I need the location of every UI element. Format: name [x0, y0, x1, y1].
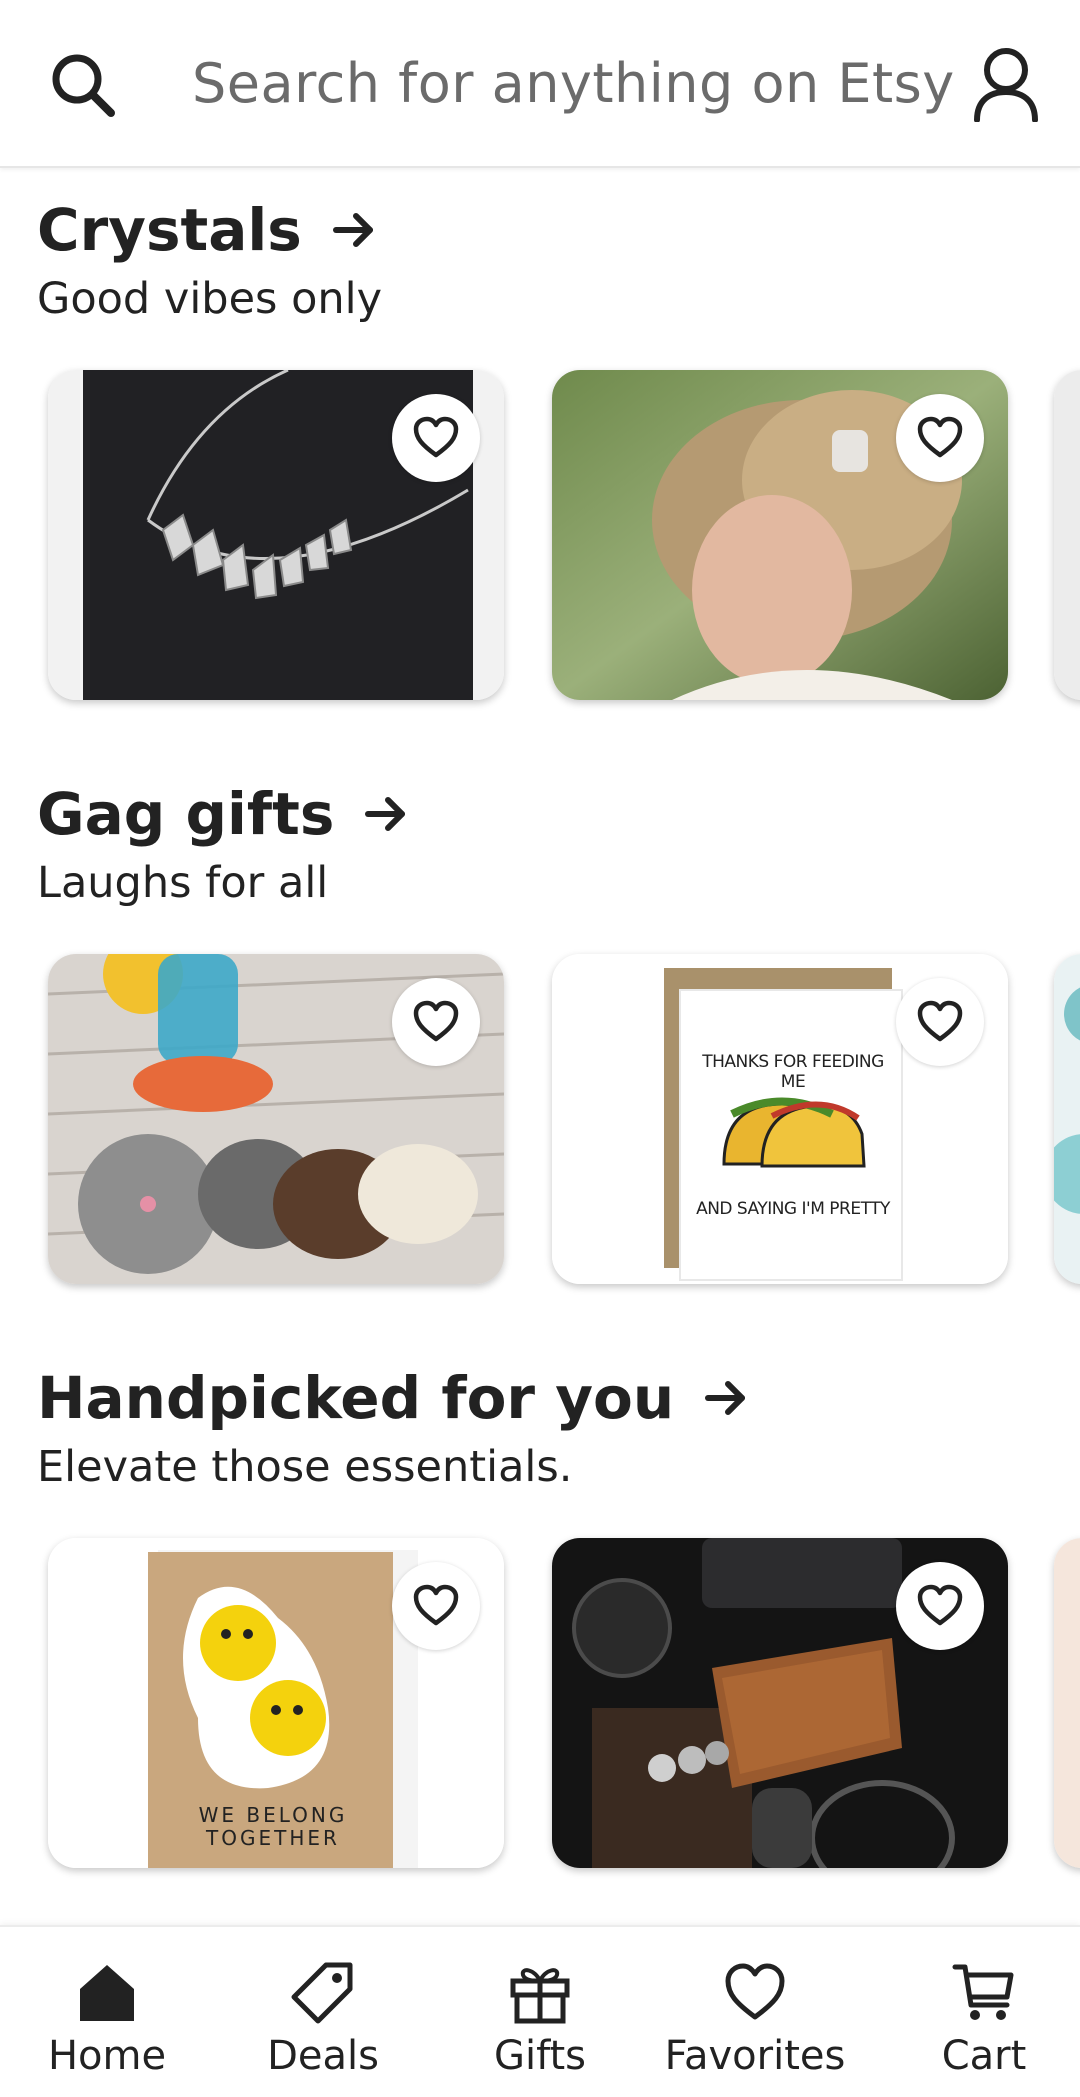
favorite-button[interactable]	[896, 1562, 984, 1650]
etsy-home-screen: Search for anything on Etsy Crystals Goo…	[0, 0, 1080, 2097]
section-title: Handpicked for you	[37, 1364, 675, 1432]
listing-card[interactable]	[552, 1538, 1008, 1868]
section-header[interactable]: Crystals	[37, 190, 376, 270]
arrow-right-icon	[705, 1381, 746, 1415]
nav-gifts[interactable]: Gifts	[479, 1927, 601, 2097]
nav-favorites[interactable]: Favorites	[662, 1927, 848, 2097]
cart-icon	[952, 1964, 1014, 2020]
home-icon	[80, 1965, 134, 2021]
heart-icon	[917, 1000, 963, 1042]
favorite-button[interactable]	[392, 394, 480, 482]
nav-label: Home	[47, 2033, 167, 2079]
section-gag-gifts: Gag gifts Laughs for all THANKS FOR FEED…	[0, 774, 1080, 1294]
section-handpicked: Handpicked for you Elevate those essenti…	[0, 1358, 1080, 1878]
heart-icon	[413, 1584, 459, 1626]
section-crystals: Crystals Good vibes only	[0, 190, 1080, 710]
section-subtitle: Good vibes only	[37, 274, 383, 324]
listing-card[interactable]	[552, 370, 1008, 700]
nav-home[interactable]: Home	[46, 1927, 168, 2097]
heart-icon	[413, 416, 459, 458]
arrow-right-icon	[332, 213, 373, 247]
bottom-navigation: Home Deals Gifts Favorites Cart	[0, 1925, 1080, 2097]
listing-card-peek[interactable]	[1054, 1538, 1080, 1868]
section-subtitle: Elevate those essentials.	[37, 1442, 573, 1492]
arrow-right-icon	[365, 797, 406, 831]
listing-card[interactable]	[48, 370, 504, 700]
nav-deals[interactable]: Deals	[262, 1927, 384, 2097]
listing-image	[1054, 370, 1080, 700]
taco-illustration	[722, 1097, 866, 1168]
gift-icon	[510, 1968, 570, 2024]
favorite-button[interactable]	[392, 978, 480, 1066]
listing-image	[1054, 1538, 1080, 1868]
nav-label: Deals	[267, 2033, 379, 2079]
listing-card-peek[interactable]	[1054, 370, 1080, 700]
card-text-top: THANKS FOR FEEDING ME	[702, 1052, 884, 1092]
nav-label: Cart	[941, 2033, 1027, 2079]
listing-card-peek[interactable]	[1054, 954, 1080, 1284]
listing-card[interactable]: THANKS FOR FEEDING ME AND SAYING I'M PRE…	[552, 954, 1008, 1284]
section-title: Gag gifts	[37, 780, 335, 848]
listing-card[interactable]: WE BELONG TOGETHER	[48, 1538, 504, 1868]
search-input[interactable]: Search for anything on Etsy	[192, 52, 955, 115]
card-text-bottom: AND SAYING I'M PRETTY	[696, 1199, 890, 1219]
section-header[interactable]: Gag gifts	[37, 774, 408, 854]
favorite-button[interactable]	[896, 978, 984, 1066]
section-subtitle: Laughs for all	[37, 858, 329, 908]
heart-icon	[917, 1584, 963, 1626]
tag-icon	[291, 1962, 353, 2024]
listing-card[interactable]	[48, 954, 504, 1284]
heart-icon	[917, 416, 963, 458]
nav-label: Favorites	[664, 2033, 846, 2079]
account-icon[interactable]	[972, 46, 1040, 122]
nav-cart[interactable]: Cart	[924, 1927, 1044, 2097]
card-text: WE BELONG TOGETHER	[198, 1803, 348, 1850]
search-icon[interactable]	[48, 50, 118, 120]
heart-icon	[725, 1963, 785, 2020]
top-bar: Search for anything on Etsy	[0, 0, 1080, 168]
section-header[interactable]: Handpicked for you	[37, 1358, 748, 1438]
favorite-button[interactable]	[896, 394, 984, 482]
nav-label: Gifts	[493, 2033, 586, 2079]
section-title: Crystals	[37, 196, 302, 264]
heart-icon	[413, 1000, 459, 1042]
listing-image	[1054, 954, 1080, 1284]
favorite-button[interactable]	[392, 1562, 480, 1650]
